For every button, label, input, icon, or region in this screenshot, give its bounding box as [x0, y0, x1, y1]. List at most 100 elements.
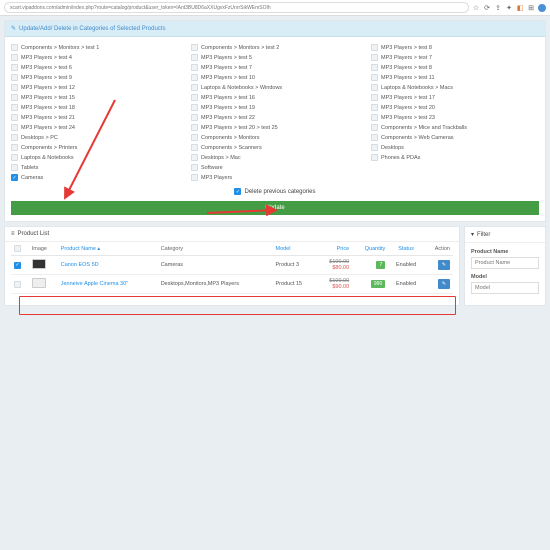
category-checkbox[interactable]: [371, 114, 378, 121]
category-item[interactable]: MP3 Players > test 22: [191, 113, 359, 122]
category-item[interactable]: MP3 Players > test 4: [11, 53, 179, 62]
edit-button[interactable]: ✎: [438, 260, 450, 270]
category-item[interactable]: MP3 Players: [191, 173, 359, 182]
ext3-icon[interactable]: ⊞: [527, 4, 535, 12]
th-checkbox[interactable]: [11, 242, 29, 256]
category-checkbox[interactable]: [191, 64, 198, 71]
category-checkbox[interactable]: [11, 144, 18, 151]
category-item[interactable]: Components > Web Cameras: [371, 133, 539, 142]
category-item[interactable]: MP3 Players > test 20: [371, 103, 539, 112]
star-icon[interactable]: ☆: [472, 4, 480, 12]
th-name[interactable]: Product Name ▴: [58, 242, 158, 256]
category-item[interactable]: Components > Monitors: [191, 133, 359, 142]
category-item[interactable]: [371, 173, 539, 182]
product-name[interactable]: Canon EOS 5D: [58, 256, 158, 275]
filter-name-input[interactable]: [471, 257, 539, 269]
category-item[interactable]: MP3 Players > test 7: [371, 53, 539, 62]
category-item[interactable]: Software: [191, 163, 359, 172]
category-checkbox[interactable]: [371, 44, 378, 51]
th-model[interactable]: Model: [272, 242, 316, 256]
update-button[interactable]: Update: [11, 201, 539, 215]
category-checkbox[interactable]: [191, 164, 198, 171]
category-item[interactable]: Laptops & Notebooks: [11, 153, 179, 162]
category-checkbox[interactable]: [11, 84, 18, 91]
product-name[interactable]: Jenneive Apple Cinema 30": [58, 275, 158, 294]
category-item[interactable]: [371, 163, 539, 172]
category-checkbox[interactable]: [11, 64, 18, 71]
th-status[interactable]: Status: [388, 242, 424, 256]
category-item[interactable]: ✓Cameras: [11, 173, 179, 182]
category-checkbox[interactable]: [371, 134, 378, 141]
share-icon[interactable]: ⇪: [494, 4, 502, 12]
category-checkbox[interactable]: [371, 94, 378, 101]
category-item[interactable]: MP3 Players > test 15: [11, 93, 179, 102]
category-checkbox[interactable]: [371, 64, 378, 71]
category-checkbox[interactable]: [371, 74, 378, 81]
category-item[interactable]: Desktops: [371, 143, 539, 152]
category-item[interactable]: MP3 Players > test 9: [11, 73, 179, 82]
th-price[interactable]: Price: [317, 242, 352, 256]
category-checkbox[interactable]: [371, 154, 378, 161]
category-item[interactable]: Desktops > Mac: [191, 153, 359, 162]
category-checkbox[interactable]: [371, 144, 378, 151]
category-checkbox[interactable]: [191, 154, 198, 161]
category-item[interactable]: Phones & PDAs: [371, 153, 539, 162]
delete-previous-checkbox[interactable]: ✓: [234, 188, 241, 195]
category-checkbox[interactable]: [191, 104, 198, 111]
category-checkbox[interactable]: [191, 134, 198, 141]
category-item[interactable]: Components > Monitors > test 1: [11, 43, 179, 52]
category-item[interactable]: MP3 Players > test 20 > test 25: [191, 123, 359, 132]
th-qty[interactable]: Quantity: [352, 242, 388, 256]
category-checkbox[interactable]: [11, 94, 18, 101]
category-checkbox[interactable]: [11, 154, 18, 161]
category-item[interactable]: MP3 Players > test 8: [371, 43, 539, 52]
category-checkbox[interactable]: [11, 134, 18, 141]
category-checkbox[interactable]: [191, 44, 198, 51]
category-checkbox[interactable]: [191, 144, 198, 151]
category-item[interactable]: MP3 Players > test 11: [371, 73, 539, 82]
category-item[interactable]: MP3 Players > test 6: [11, 63, 179, 72]
category-item[interactable]: Components > Mice and Trackballs: [371, 123, 539, 132]
category-item[interactable]: Components > Monitors > test 2: [191, 43, 359, 52]
category-item[interactable]: MP3 Players > test 21: [11, 113, 179, 122]
category-item[interactable]: Components > Scanners: [191, 143, 359, 152]
category-item[interactable]: MP3 Players > test 10: [191, 73, 359, 82]
category-item[interactable]: MP3 Players > test 19: [191, 103, 359, 112]
category-item[interactable]: Components > Printers: [11, 143, 179, 152]
category-checkbox[interactable]: [191, 74, 198, 81]
category-checkbox[interactable]: ✓: [11, 174, 18, 181]
category-item[interactable]: MP3 Players > test 18: [11, 103, 179, 112]
category-item[interactable]: Desktops > PC: [11, 133, 179, 142]
category-checkbox[interactable]: [11, 74, 18, 81]
row-checkbox[interactable]: ✓: [14, 262, 21, 269]
category-item[interactable]: MP3 Players > test 16: [191, 93, 359, 102]
category-checkbox[interactable]: [11, 104, 18, 111]
category-checkbox[interactable]: [191, 94, 198, 101]
category-checkbox[interactable]: [371, 124, 378, 131]
url-input[interactable]: [4, 2, 469, 13]
category-checkbox[interactable]: [11, 164, 18, 171]
row-checkbox[interactable]: [14, 281, 21, 288]
category-checkbox[interactable]: [11, 114, 18, 121]
category-item[interactable]: MP3 Players > test 8: [371, 63, 539, 72]
category-checkbox[interactable]: [191, 84, 198, 91]
ext2-icon[interactable]: ◧: [516, 4, 524, 12]
category-checkbox[interactable]: [371, 54, 378, 61]
category-checkbox[interactable]: [11, 54, 18, 61]
category-checkbox[interactable]: [371, 104, 378, 111]
filter-model-input[interactable]: [471, 282, 539, 294]
category-item[interactable]: MP3 Players > test 17: [371, 93, 539, 102]
reload-icon[interactable]: ⟳: [483, 4, 491, 12]
category-checkbox[interactable]: [191, 124, 198, 131]
category-item[interactable]: MP3 Players > test 7: [191, 63, 359, 72]
category-item[interactable]: MP3 Players > test 12: [11, 83, 179, 92]
category-item[interactable]: Laptops & Notebooks > Macs: [371, 83, 539, 92]
category-item[interactable]: Laptops & Notebooks > Windows: [191, 83, 359, 92]
profile-avatar[interactable]: [538, 4, 546, 12]
category-checkbox[interactable]: [11, 124, 18, 131]
category-checkbox[interactable]: [191, 114, 198, 121]
category-item[interactable]: MP3 Players > test 23: [371, 113, 539, 122]
category-checkbox[interactable]: [191, 174, 198, 181]
category-item[interactable]: MP3 Players > test 24: [11, 123, 179, 132]
category-item[interactable]: MP3 Players > test 5: [191, 53, 359, 62]
